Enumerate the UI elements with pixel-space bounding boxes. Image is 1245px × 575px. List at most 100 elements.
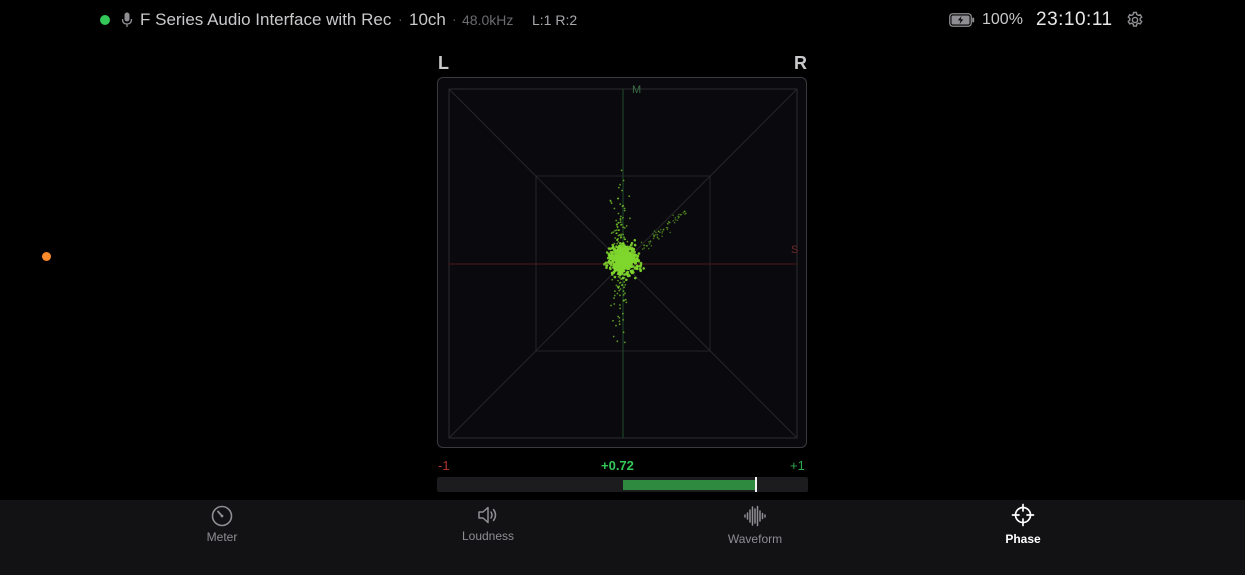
trace-point [623,236,625,239]
sample-rate: 48.0kHz [462,12,514,28]
tab-loudness[interactable]: Loudness [428,500,548,560]
speaker-icon [478,506,497,524]
trace-point [672,214,674,217]
trace-point [622,249,625,252]
trace-point [619,259,621,262]
trace-point [647,247,650,250]
trace-point [616,285,619,288]
trace-point [659,231,661,234]
trace-point [616,223,618,226]
trace-point [612,319,614,322]
trace-point [610,232,613,235]
trace-point [620,236,623,239]
trace-point [619,183,621,186]
trace-point [607,260,611,263]
trace-point [615,245,618,247]
trace-point [632,247,636,251]
trace-point [616,225,619,228]
trace-point [665,226,668,229]
trace-point [619,215,622,218]
trace-point [612,270,616,274]
trace-point [661,230,664,233]
gear-icon[interactable] [1126,11,1144,29]
trace-point [657,230,660,233]
lr-channel-assign[interactable]: L:1 R:2 [532,12,577,28]
trace-point [619,221,622,224]
trace-point [643,244,646,247]
trace-point [641,248,644,250]
trace-point [655,231,657,234]
trace-point [616,273,619,276]
trace-point [622,290,625,292]
trace-point [650,245,653,247]
trace-point [623,281,626,283]
trace-point [610,304,612,307]
status-bar: F Series Audio Interface with Rec · 10ch… [0,0,1245,40]
trace-point [617,247,620,249]
trace-point [607,247,611,250]
trace-point [625,278,628,282]
phase-scope [437,77,807,448]
trace-point [618,317,621,319]
device-name[interactable]: F Series Audio Interface with Rec [140,10,391,30]
trace-point [619,273,622,275]
trace-point [623,273,626,276]
trace-point [683,210,686,213]
crosshair-icon [1011,503,1035,527]
trace-point [618,320,621,323]
trace-point [614,237,617,239]
trace-point [616,242,619,245]
trace-point [636,267,639,271]
trace-point [622,245,624,248]
trace-point [618,186,620,189]
trace-point [615,265,618,267]
trace-point [616,239,619,242]
record-indicator-dot [42,252,51,261]
trace-point [624,298,627,301]
trace-point [673,221,676,224]
trace-point [612,248,616,251]
trace-point [622,319,625,321]
trace-point [640,241,643,244]
tab-label: Meter [206,530,238,544]
trace-point [655,234,657,236]
separator: · [398,11,403,27]
trace-point [617,197,620,200]
trace-point [609,199,612,202]
trace-point [680,214,682,216]
trace-point [612,335,615,338]
trace-point [648,243,651,245]
trace-point [624,292,626,295]
tab-label: Loudness [461,529,515,543]
trace-point [653,230,656,232]
trace-point [633,250,636,254]
trace-point [616,260,619,263]
trace-point [629,217,631,220]
trace-point [624,341,626,344]
trace-point [626,240,629,243]
trace-point [622,233,624,236]
trace-point [619,288,622,290]
trace-point [624,250,627,253]
trace-point [623,238,626,241]
clock: 23:10:11 [1036,9,1113,30]
tab-waveform[interactable]: Waveform [695,500,815,560]
tab-phase[interactable]: Phase [963,500,1083,560]
trace-point [672,220,675,222]
trace-point [639,269,642,273]
trace-point [615,232,618,235]
trace-point [621,277,623,280]
trace-point [633,239,637,242]
left-channel-label: L [438,53,449,73]
trace-point [622,271,624,273]
trace-point [618,245,621,247]
tab-meter[interactable]: Meter [162,500,282,560]
trace-point [615,252,618,255]
trace-point [610,272,613,275]
trace-point [620,223,623,226]
trace-point [612,231,615,234]
trace-point [619,217,622,220]
trace-point [617,212,620,215]
trace-point [621,189,623,192]
trace-point [617,279,619,282]
